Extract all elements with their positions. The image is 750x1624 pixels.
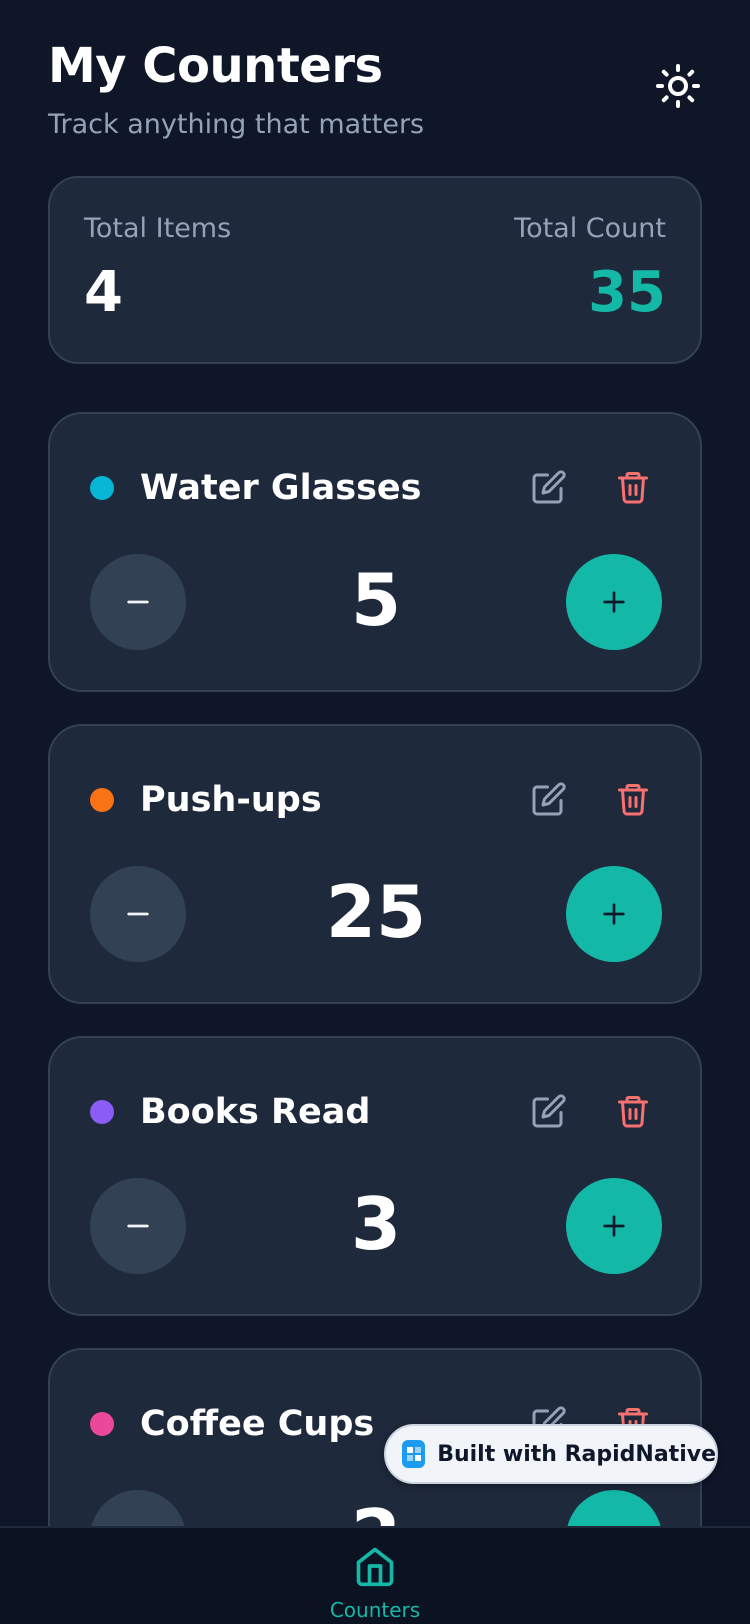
counter-name: Books Read — [140, 1092, 371, 1132]
tab-label: Counters — [329, 1598, 421, 1622]
tab-counters[interactable]: Counters — [310, 1528, 440, 1624]
increment-button[interactable] — [566, 554, 662, 650]
increment-button[interactable] — [566, 1178, 662, 1274]
counter-name: Coffee Cups — [140, 1404, 375, 1444]
counter-name: Push-ups — [140, 780, 322, 820]
plus-icon — [603, 903, 625, 925]
counter-color-dot — [90, 476, 114, 500]
edit-button[interactable] — [524, 462, 574, 512]
built-with-badge[interactable]: Built with RapidNative — [384, 1424, 718, 1484]
minus-icon — [127, 912, 149, 916]
decrement-button[interactable] — [90, 866, 186, 962]
delete-button[interactable] — [608, 1086, 658, 1136]
trash-icon — [618, 472, 648, 504]
delete-button[interactable] — [608, 774, 658, 824]
pencil-square-icon — [532, 1094, 566, 1128]
counter-color-dot — [90, 788, 114, 812]
home-icon — [356, 1547, 394, 1587]
trash-icon — [618, 1096, 648, 1128]
minus-icon — [127, 1224, 149, 1228]
app-screen: My Counters Track anything that matters … — [0, 0, 750, 1624]
minus-icon — [127, 600, 149, 604]
pencil-square-icon — [532, 782, 566, 816]
header: My Counters Track anything that matters — [48, 36, 702, 142]
decrement-button[interactable] — [90, 1178, 186, 1274]
total-items-value: 4 — [84, 260, 123, 325]
total-count-stat: Total Count 35 — [514, 212, 666, 328]
bottom-tab-bar: Counters — [0, 1526, 750, 1624]
counter-card: Push-ups 25 — [48, 724, 702, 1004]
plus-icon — [603, 591, 625, 613]
counter-color-dot — [90, 1100, 114, 1124]
decrement-button[interactable] — [90, 554, 186, 650]
edit-button[interactable] — [524, 1086, 574, 1136]
counter-card: Water Glasses 5 — [48, 412, 702, 692]
sun-icon — [656, 64, 700, 108]
counter-name: Water Glasses — [140, 468, 422, 508]
total-count-label: Total Count — [514, 213, 666, 244]
counter-value: 5 — [350, 558, 402, 642]
counter-value: 25 — [325, 870, 427, 954]
rapidnative-logo-icon — [402, 1440, 426, 1468]
trash-icon — [618, 784, 648, 816]
badge-text: Built with RapidNative — [437, 1441, 716, 1467]
page-title: My Counters — [48, 38, 383, 94]
counter-card: Books Read 3 — [48, 1036, 702, 1316]
summary-card: Total Items 4 Total Count 35 — [48, 176, 702, 364]
total-items-label: Total Items — [84, 213, 232, 244]
delete-button[interactable] — [608, 462, 658, 512]
increment-button[interactable] — [566, 866, 662, 962]
page-subtitle: Track anything that matters — [48, 109, 425, 140]
total-count-value: 35 — [588, 260, 666, 325]
theme-toggle-button[interactable] — [648, 56, 708, 116]
pencil-square-icon — [532, 470, 566, 504]
counter-value: 3 — [350, 1182, 402, 1266]
edit-button[interactable] — [524, 774, 574, 824]
plus-icon — [603, 1215, 625, 1237]
total-items-stat: Total Items 4 — [84, 212, 231, 328]
counter-color-dot — [90, 1412, 114, 1436]
